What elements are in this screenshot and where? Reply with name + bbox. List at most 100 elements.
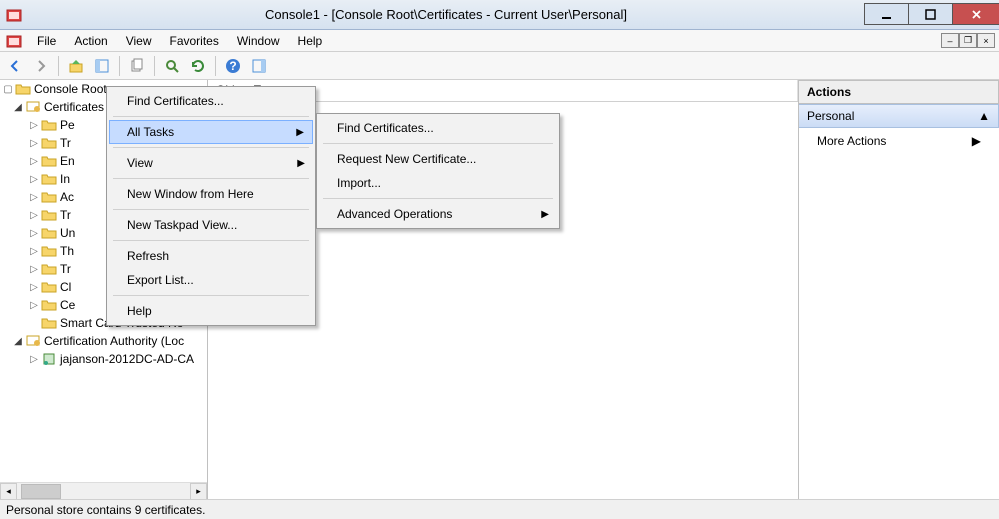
ctx-label: Import... [337, 176, 381, 190]
folder-icon [41, 153, 57, 169]
tree-label: Tr [60, 262, 71, 276]
folder-icon [41, 171, 57, 187]
ctx-find-certificates[interactable]: Find Certificates... [109, 89, 313, 113]
ctx-export-list[interactable]: Export List... [109, 268, 313, 292]
folder-icon [41, 135, 57, 151]
ctx-find-certificates-sub[interactable]: Find Certificates... [319, 116, 557, 140]
more-actions[interactable]: More Actions ▶ [799, 128, 999, 154]
tree-label: Ce [60, 298, 75, 312]
help-button[interactable]: ? [222, 55, 244, 77]
ctx-help[interactable]: Help [109, 299, 313, 323]
tree-ca-child[interactable]: ▷ jajanson-2012DC-AD-CA [0, 350, 207, 368]
ctx-label: Refresh [127, 249, 169, 263]
forward-button[interactable] [30, 55, 52, 77]
up-button[interactable] [65, 55, 87, 77]
find-button[interactable] [161, 55, 183, 77]
chevron-down-icon: ◢ [12, 335, 24, 347]
scroll-right-button[interactable]: ▸ [190, 483, 207, 500]
toolbar-separator [215, 56, 216, 76]
mdi-restore-button[interactable]: ❐ [959, 33, 977, 48]
statusbar: Personal store contains 9 certificates. [0, 499, 999, 519]
menu-view[interactable]: View [117, 31, 161, 51]
copy-button[interactable] [126, 55, 148, 77]
minimize-button[interactable] [864, 3, 909, 25]
ctx-view[interactable]: View ▶ [109, 151, 313, 175]
ctx-new-taskpad[interactable]: New Taskpad View... [109, 213, 313, 237]
chevron-right-icon: ▶ [296, 127, 304, 138]
server-icon [41, 351, 57, 367]
menubar: File Action View Favorites Window Help –… [0, 30, 999, 52]
chevron-right-icon [28, 317, 40, 329]
chevron-right-icon: ▶ [972, 134, 981, 148]
ctx-label: Export List... [127, 273, 194, 287]
ctx-new-window[interactable]: New Window from Here [109, 182, 313, 206]
mdi-minimize-button[interactable]: – [941, 33, 959, 48]
menu-favorites[interactable]: Favorites [161, 31, 228, 51]
menu-separator [113, 147, 309, 148]
toolbar-separator [119, 56, 120, 76]
chevron-right-icon: ▷ [28, 245, 40, 257]
chevron-right-icon: ▷ [28, 173, 40, 185]
folder-icon [41, 279, 57, 295]
tree-label: Ac [60, 190, 74, 204]
tree-label: jajanson-2012DC-AD-CA [60, 352, 194, 366]
app-icon [6, 7, 22, 23]
ctx-label: View [127, 156, 153, 170]
refresh-button[interactable] [187, 55, 209, 77]
chevron-right-icon: ▷ [28, 137, 40, 149]
chevron-right-icon: ▷ [28, 209, 40, 221]
ctx-advanced-operations[interactable]: Advanced Operations ▶ [319, 202, 557, 226]
scroll-thumb[interactable] [21, 484, 61, 499]
tree-label: Tr [60, 208, 71, 222]
ctx-label: Help [127, 304, 152, 318]
tree-ca[interactable]: ◢ Certification Authority (Loc [0, 332, 207, 350]
menu-file[interactable]: File [28, 31, 65, 51]
actions-group[interactable]: Personal ▲ [799, 104, 999, 128]
ctx-label: Find Certificates... [127, 94, 224, 108]
menu-action[interactable]: Action [65, 31, 116, 51]
menu-window[interactable]: Window [228, 31, 289, 51]
certificate-icon [25, 333, 41, 349]
certificate-icon [25, 99, 41, 115]
chevron-down-icon: ◢ [12, 101, 24, 113]
chevron-right-icon: ▷ [28, 191, 40, 203]
chevron-right-icon: ▷ [28, 353, 40, 365]
ctx-label: Request New Certificate... [337, 152, 476, 166]
tree-label: Cl [60, 280, 71, 294]
ctx-import[interactable]: Import... [319, 171, 557, 195]
context-menu: Find Certificates... All Tasks▶ View ▶ Ne… [106, 86, 316, 326]
mdi-close-button[interactable]: × [977, 33, 995, 48]
back-button[interactable] [4, 55, 26, 77]
maximize-button[interactable] [908, 3, 953, 25]
menu-separator [323, 143, 553, 144]
chevron-right-icon: ▶ [541, 209, 549, 220]
close-button[interactable] [952, 3, 999, 25]
scroll-left-button[interactable]: ◂ [0, 483, 17, 500]
status-text: Personal store contains 9 certificates. [6, 503, 205, 517]
folder-icon [41, 243, 57, 259]
folder-icon [41, 297, 57, 313]
collapse-icon: ▲ [978, 109, 990, 123]
tree-label: En [60, 154, 75, 168]
ctx-request-new-certificate[interactable]: Request New Certificate... [319, 147, 557, 171]
folder-icon [41, 207, 57, 223]
chevron-right-icon: ▷ [28, 281, 40, 293]
menu-help[interactable]: Help [289, 31, 332, 51]
mdi-buttons: – ❐ × [941, 33, 995, 48]
folder-icon [41, 261, 57, 277]
menu-separator [113, 116, 309, 117]
ctx-label: Advanced Operations [337, 207, 452, 221]
actions-pane: Actions Personal ▲ More Actions ▶ [799, 80, 999, 499]
show-hide-action-button[interactable] [248, 55, 270, 77]
window-title: Console1 - [Console Root\Certificates - … [28, 7, 864, 22]
ctx-all-tasks[interactable]: All Tasks▶ [109, 120, 313, 144]
chevron-right-icon: ▶ [297, 158, 305, 169]
chevron-down-icon: ▢ [2, 83, 14, 95]
horizontal-scrollbar[interactable]: ◂ ▸ [0, 482, 207, 499]
folder-icon [41, 117, 57, 133]
svg-text:?: ? [229, 59, 236, 73]
toolbar-separator [58, 56, 59, 76]
ctx-refresh[interactable]: Refresh [109, 244, 313, 268]
menu-separator [113, 209, 309, 210]
show-hide-tree-button[interactable] [91, 55, 113, 77]
